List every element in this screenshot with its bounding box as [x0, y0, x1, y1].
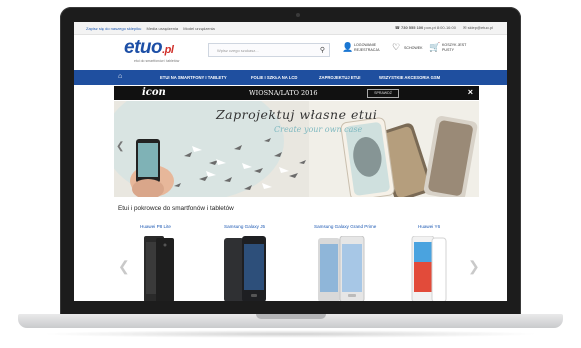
laptop-notch: [256, 314, 326, 319]
product-image-huawei-p8-lite[interactable]: [140, 236, 176, 301]
hero-slider[interactable]: Zaprojektuj własne etui Create your own …: [114, 101, 479, 197]
promo-season: WIOSNA/LATO 2016: [249, 89, 318, 97]
heart-icon[interactable]: ♡: [392, 42, 400, 53]
section-title: Etui i pokrowce do smartfonów i tabletów: [118, 205, 234, 212]
site-header: etuo.pl etui do smartfonów i tabletów Wp…: [74, 34, 507, 66]
carousel-prev-icon[interactable]: ❮: [118, 258, 130, 275]
nav-item-design[interactable]: ZAPROJEKTUJ ETUI: [319, 75, 360, 80]
promo-bar: icon WIOSNA/LATO 2016 SPRAWDŹ ×: [114, 86, 479, 100]
product-image-galaxy-grand-prime[interactable]: [318, 236, 366, 301]
product-image-galaxy-j5[interactable]: [224, 236, 270, 301]
cart-icon[interactable]: 🛒: [429, 42, 440, 53]
product-name[interactable]: Huawei Y6: [418, 224, 440, 229]
media-link[interactable]: Media urządzenia: [147, 26, 179, 31]
promo-brand-logo: icon: [142, 87, 166, 98]
user-icon[interactable]: 👤: [342, 42, 353, 53]
search-icon[interactable]: ⚲: [320, 46, 325, 54]
product-image-huawei-y6[interactable]: [410, 236, 450, 301]
search-input[interactable]: Wpisz czego szukasz... ⚲: [208, 43, 330, 57]
search-placeholder: Wpisz czego szukasz...: [217, 48, 259, 53]
nav-item-accessories[interactable]: WSZYSTKIE AKCESORIA GSM: [379, 75, 440, 80]
product-name[interactable]: Huawei P8 Lite: [140, 224, 171, 229]
cart-link[interactable]: KOSZYK JEST PUSTY: [442, 43, 468, 52]
logo-tagline: etui do smartfonów i tabletów: [134, 59, 180, 63]
laptop-screen: Zapisz się do naszego sklepiku Media urz…: [74, 22, 507, 301]
laptop-shadow: [40, 330, 540, 338]
wishlist-link[interactable]: SCHOWEK: [404, 46, 423, 51]
hero-prev-icon[interactable]: ❮: [116, 141, 124, 152]
hero-title: Zaprojektuj własne etui: [216, 107, 378, 122]
site-logo[interactable]: etuo.pl: [124, 37, 174, 59]
home-icon[interactable]: ⌂: [118, 73, 122, 80]
nav-item-cases[interactable]: ETUI NA SMARTFONY I TABLETY: [160, 75, 227, 80]
phone-number: ☎ 730 555 100 pon-pt 8:00-16:00: [394, 25, 456, 30]
product-name[interactable]: Samsung Galaxy Grand Prime: [314, 224, 376, 229]
account-link[interactable]: LOGOWANIE REJESTRACJA: [354, 43, 384, 52]
close-icon[interactable]: ×: [468, 87, 473, 97]
main-nav: ⌂ ETUI NA SMARTFONY I TABLETY FOLIE I SZ…: [74, 70, 507, 85]
product-name[interactable]: Samsung Galaxy J5: [224, 224, 265, 229]
webcam: [296, 13, 300, 17]
email-link[interactable]: ✉ sklep@etuo.pl: [463, 25, 493, 30]
model-link[interactable]: Model urządzenia: [183, 26, 215, 31]
hero-subtitle: Create your own case: [274, 125, 363, 134]
newsletter-link[interactable]: Zapisz się do naszego sklepiku: [86, 26, 141, 31]
promo-check-button[interactable]: SPRAWDŹ: [367, 89, 399, 98]
carousel-next-icon[interactable]: ❯: [468, 258, 480, 275]
nav-item-foils[interactable]: FOLIE I SZKŁA NA LCD: [251, 75, 297, 80]
